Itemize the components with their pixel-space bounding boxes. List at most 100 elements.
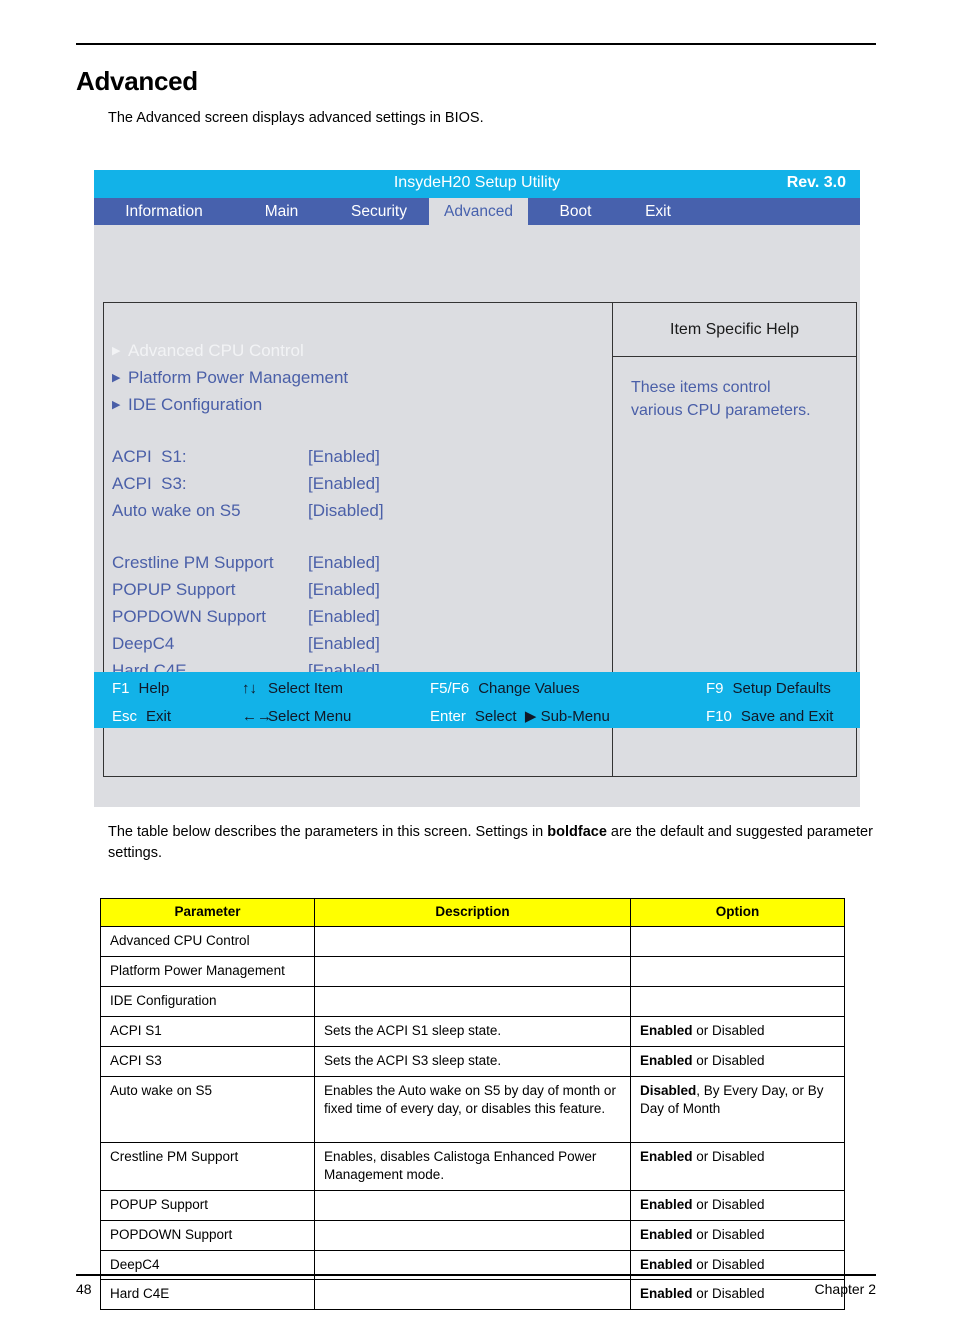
- cell-option: [630, 925, 845, 957]
- option-rest: or Disabled: [692, 1286, 765, 1302]
- bios-setup-screen: InsydeH20 Setup Utility Rev. 3.0 Informa…: [94, 170, 860, 807]
- key-action: Change Values: [478, 679, 580, 697]
- key-legend-row-1: F1 Help ↑↓ Select Item F5/F6 Change Valu…: [94, 674, 860, 702]
- cell-description: [314, 1219, 631, 1251]
- option-rest: or Disabled: [692, 1022, 765, 1038]
- key-name: Enter: [430, 708, 466, 725]
- key-name: F9: [706, 679, 724, 697]
- key-legend-f5-f6-change-values[interactable]: F5/F6 Change Values: [430, 680, 580, 697]
- cell-option: Enabled or Disabled: [630, 1279, 845, 1311]
- key-legend-row-2: Esc Exit ←→ Select Menu Enter Select ▶ S…: [94, 702, 860, 730]
- key-legend-enter-select-submenu[interactable]: Enter Select ▶ Sub-Menu: [430, 707, 610, 725]
- menu-item-label: Advanced CPU Control: [128, 341, 304, 360]
- settings-spacer: [112, 528, 608, 553]
- table-row: POPDOWN Support Enabled or Disabled: [100, 1219, 845, 1251]
- key-action: Select ▶ Sub-Menu: [474, 708, 610, 725]
- table-row: Advanced CPU Control: [100, 925, 845, 957]
- setting-value[interactable]: [Disabled]: [308, 501, 384, 521]
- cell-parameter: Hard C4E: [100, 1279, 315, 1311]
- setting-popup-support[interactable]: POPUP Support [Enabled]: [112, 580, 608, 607]
- key-name: Esc: [112, 707, 138, 725]
- option-default: Enabled: [640, 1196, 693, 1212]
- menu-item-label: IDE Configuration: [128, 395, 263, 414]
- column-header-description: Description: [314, 898, 631, 927]
- intro-paragraph: The Advanced screen displays advanced se…: [108, 110, 484, 126]
- setting-value[interactable]: [Enabled]: [308, 553, 380, 573]
- key-legend-f10-save-and-exit[interactable]: F10 Save and Exit: [706, 708, 833, 725]
- chapter-label: Chapter 2: [814, 1281, 876, 1297]
- key-legend-f9-setup-defaults[interactable]: F9 Setup Defaults: [706, 680, 831, 697]
- setting-value[interactable]: [Enabled]: [308, 447, 380, 467]
- option-default: Enabled: [640, 1256, 693, 1272]
- cell-option: Enabled or Disabled: [630, 1219, 845, 1251]
- table-header-row: Parameter Description Option: [100, 898, 845, 927]
- cell-description: Enables, disables Calistoga Enhanced Pow…: [314, 1141, 631, 1191]
- bios-tab-bar: Information Main Security Advanced Boot …: [94, 198, 860, 225]
- setting-value[interactable]: [Enabled]: [308, 580, 380, 600]
- submenu-arrow-icon: ▶: [112, 372, 121, 384]
- setting-acpi-s3[interactable]: ACPI S3: [Enabled]: [112, 474, 608, 501]
- document-page: Advanced The Advanced screen displays ad…: [0, 0, 954, 1336]
- setting-label: POPUP Support: [112, 580, 236, 599]
- menu-item-ide-configuration[interactable]: ▶ IDE Configuration: [112, 395, 608, 422]
- settings-spacer: [112, 422, 608, 447]
- setting-deepc4[interactable]: DeepC4 [Enabled]: [112, 634, 608, 661]
- table-intro-boldface: boldface: [547, 824, 607, 840]
- bios-revision: Rev. 3.0: [786, 174, 846, 191]
- cell-description: [314, 985, 631, 1017]
- tab-information[interactable]: Information: [94, 198, 234, 225]
- setting-label: Crestline PM Support: [112, 553, 274, 572]
- tab-security[interactable]: Security: [329, 198, 429, 225]
- option-default: Enabled: [640, 1148, 693, 1164]
- setting-value[interactable]: [Enabled]: [308, 607, 380, 627]
- menu-item-platform-power-management[interactable]: ▶ Platform Power Management: [112, 368, 608, 395]
- submenu-arrow-icon: ▶: [112, 399, 121, 411]
- table-row: Auto wake on S5 Enables the Auto wake on…: [100, 1075, 845, 1143]
- cell-parameter: POPUP Support: [100, 1189, 315, 1221]
- setting-value[interactable]: [Enabled]: [308, 474, 380, 494]
- setting-value[interactable]: [Enabled]: [308, 634, 380, 654]
- tab-exit[interactable]: Exit: [623, 198, 693, 225]
- cell-parameter: Advanced CPU Control: [100, 925, 315, 957]
- page-title: Advanced: [76, 66, 198, 96]
- up-down-arrow-icon: ↑↓: [242, 679, 257, 697]
- cell-option: Enabled or Disabled: [630, 1141, 845, 1191]
- help-panel-body: These items control various CPU paramete…: [613, 357, 856, 422]
- cell-parameter: Platform Power Management: [100, 955, 315, 987]
- cell-parameter: Crestline PM Support: [100, 1141, 315, 1191]
- cell-parameter: ACPI S1: [100, 1015, 315, 1047]
- cell-parameter: Auto wake on S5: [100, 1075, 315, 1143]
- option-rest: or Disabled: [692, 1148, 765, 1164]
- tab-boot[interactable]: Boot: [528, 198, 623, 225]
- tab-advanced[interactable]: Advanced: [429, 198, 528, 225]
- cell-option: Disabled, By Every Day, or By Day of Mon…: [630, 1075, 845, 1143]
- setting-acpi-s1[interactable]: ACPI S1: [Enabled]: [112, 447, 608, 474]
- tab-main[interactable]: Main: [234, 198, 329, 225]
- cell-parameter: POPDOWN Support: [100, 1219, 315, 1251]
- key-action: Select Item: [268, 679, 344, 697]
- table-intro-paragraph: The table below describes the parameters…: [108, 822, 880, 864]
- footer-rule: [76, 1274, 876, 1276]
- cell-description: Enables the Auto wake on S5 by day of mo…: [314, 1075, 631, 1143]
- setting-crestline-pm-support[interactable]: Crestline PM Support [Enabled]: [112, 553, 608, 580]
- key-action: Setup Defaults: [732, 679, 831, 697]
- table-intro-before: The table below describes the parameters…: [108, 824, 548, 840]
- bios-body: ▶ Advanced CPU Control ▶ Platform Power …: [94, 225, 860, 777]
- menu-item-advanced-cpu-control[interactable]: ▶ Advanced CPU Control: [112, 341, 608, 368]
- bios-utility-title: InsydeH20 Setup Utility: [393, 174, 561, 191]
- bios-titlebar: InsydeH20 Setup Utility Rev. 3.0: [94, 170, 860, 198]
- key-action: Exit: [146, 707, 172, 725]
- key-action: Select Menu: [268, 707, 352, 725]
- help-line-2: various CPU parameters.: [631, 402, 811, 420]
- setting-auto-wake-on-s5[interactable]: Auto wake on S5 [Disabled]: [112, 501, 608, 528]
- setting-popdown-support[interactable]: POPDOWN Support [Enabled]: [112, 607, 608, 634]
- table-row: ACPI S3 Sets the ACPI S3 sleep state. En…: [100, 1045, 845, 1077]
- key-legend-esc-exit[interactable]: Esc Exit: [112, 708, 171, 725]
- option-rest: or Disabled: [692, 1256, 765, 1272]
- setting-label: POPDOWN Support: [112, 607, 266, 626]
- key-name: F1: [112, 679, 130, 697]
- key-legend-f1-help[interactable]: F1 Help: [112, 680, 169, 697]
- key-legend-select-item[interactable]: ↑↓ Select Item: [242, 680, 343, 697]
- cell-option: [630, 985, 845, 1017]
- key-legend-select-menu[interactable]: ←→ Select Menu: [242, 708, 351, 725]
